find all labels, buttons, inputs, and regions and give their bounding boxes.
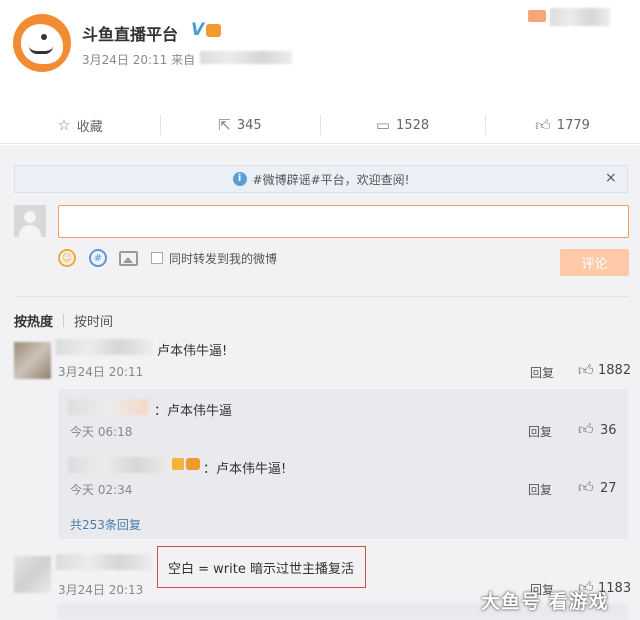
- commenter-name-blurred[interactable]: [56, 554, 152, 570]
- author-name[interactable]: 斗鱼直播平台: [82, 21, 178, 45]
- vip-badge-icon: [206, 24, 221, 37]
- forward-label: 同时转发到我的微博: [169, 251, 278, 266]
- verified-icon: V: [191, 20, 205, 40]
- topic-icon[interactable]: #: [89, 249, 107, 267]
- section-divider: [14, 296, 628, 297]
- like-button[interactable]: 👍︎ 1779: [485, 106, 640, 144]
- view-all-replies-link[interactable]: 共253条回复: [70, 516, 141, 533]
- replier-name-blurred[interactable]: [68, 399, 148, 415]
- reply-text: ：卢本伟牛逼!: [203, 462, 287, 477]
- comment-count: 1528: [396, 117, 430, 133]
- post-source-blurred: [200, 51, 292, 64]
- reply-like-count: 27: [600, 481, 617, 496]
- comment-like-count: 1882: [598, 363, 632, 378]
- composer-toolbar: ☺ # 同时转发到我的微博: [58, 248, 277, 268]
- tab-time[interactable]: 按时间: [74, 311, 113, 330]
- vip-badge-icon: [186, 458, 200, 470]
- repost-icon: ⇱: [218, 116, 231, 134]
- my-avatar: [14, 205, 46, 237]
- post-time[interactable]: 3月24日 20:11: [82, 53, 167, 67]
- commenter-name-blurred[interactable]: [56, 339, 152, 355]
- tab-hot[interactable]: 按热度: [14, 311, 53, 330]
- reply-button[interactable]: 回复: [530, 364, 554, 381]
- favorite-label: 收藏: [76, 119, 103, 135]
- info-icon: i: [232, 172, 247, 186]
- comment-icon: ▭: [375, 116, 391, 134]
- submit-comment-button[interactable]: 评论: [560, 249, 629, 276]
- shark-eye: [41, 34, 47, 40]
- emoji-icon[interactable]: ☺: [58, 249, 76, 267]
- avatar-body: [19, 225, 41, 237]
- post-meta: 3月24日 20:11 来自: [82, 51, 195, 68]
- action-bar: ☆ 收藏 ⇱ 345 ▭ 1528 👍︎ 1779: [0, 106, 640, 144]
- post-source-prefix: 来自: [171, 53, 196, 67]
- thumbs-up-icon[interactable]: 👍︎: [578, 361, 594, 380]
- comment-input[interactable]: [58, 205, 629, 238]
- like-count: 1779: [556, 117, 590, 133]
- comment-text: 卢本伟牛逼!: [157, 344, 228, 359]
- comment-time: 3月24日 20:13: [58, 583, 144, 597]
- favorite-button[interactable]: ☆ 收藏: [0, 106, 160, 144]
- thumbs-up-icon[interactable]: 👍︎: [578, 420, 594, 439]
- notice-banner: i #微博辟谣#平台，欢迎查阅!: [14, 165, 628, 193]
- corner-flag-icon: [528, 10, 546, 22]
- shark-logo-icon: [21, 24, 63, 64]
- thumbs-up-icon: 👍︎: [535, 115, 551, 134]
- reply-button[interactable]: 回复: [528, 423, 552, 440]
- repost-button[interactable]: ⇱ 345: [160, 106, 320, 144]
- commenter-avatar[interactable]: [14, 342, 51, 379]
- repost-count: 345: [236, 117, 262, 133]
- comment-time: 3月24日 20:11: [58, 365, 144, 379]
- corner-overlay: [520, 6, 612, 28]
- star-icon: ☆: [57, 116, 71, 134]
- watermark: 大鱼号 看游戏: [481, 591, 609, 613]
- close-icon[interactable]: ×: [605, 170, 617, 186]
- reply-text: ：卢本伟牛逼: [154, 404, 233, 419]
- reply-like-count: 36: [600, 423, 617, 438]
- notice-text[interactable]: #微博辟谣#平台，欢迎查阅!: [253, 171, 410, 188]
- corner-blurred: [550, 8, 610, 26]
- reply-time: 今天 02:34: [70, 483, 133, 497]
- tab-separator: [63, 314, 65, 327]
- badge-icon: [172, 458, 184, 470]
- replier-name-blurred[interactable]: [68, 457, 172, 473]
- image-icon[interactable]: [119, 250, 138, 266]
- forward-checkbox[interactable]: [151, 252, 163, 264]
- author-avatar[interactable]: [13, 14, 71, 72]
- avatar-head: [24, 211, 36, 223]
- commenter-avatar[interactable]: [14, 556, 51, 593]
- comment-button[interactable]: ▭ 1528: [320, 106, 485, 144]
- thumbs-up-icon[interactable]: 👍︎: [578, 478, 594, 497]
- annotation-text: 空白 = write 暗示过世主播复活: [168, 562, 354, 577]
- reply-time: 今天 06:18: [70, 425, 133, 439]
- reply-button[interactable]: 回复: [528, 481, 552, 498]
- sort-tabs: 按热度 按时间: [14, 311, 113, 330]
